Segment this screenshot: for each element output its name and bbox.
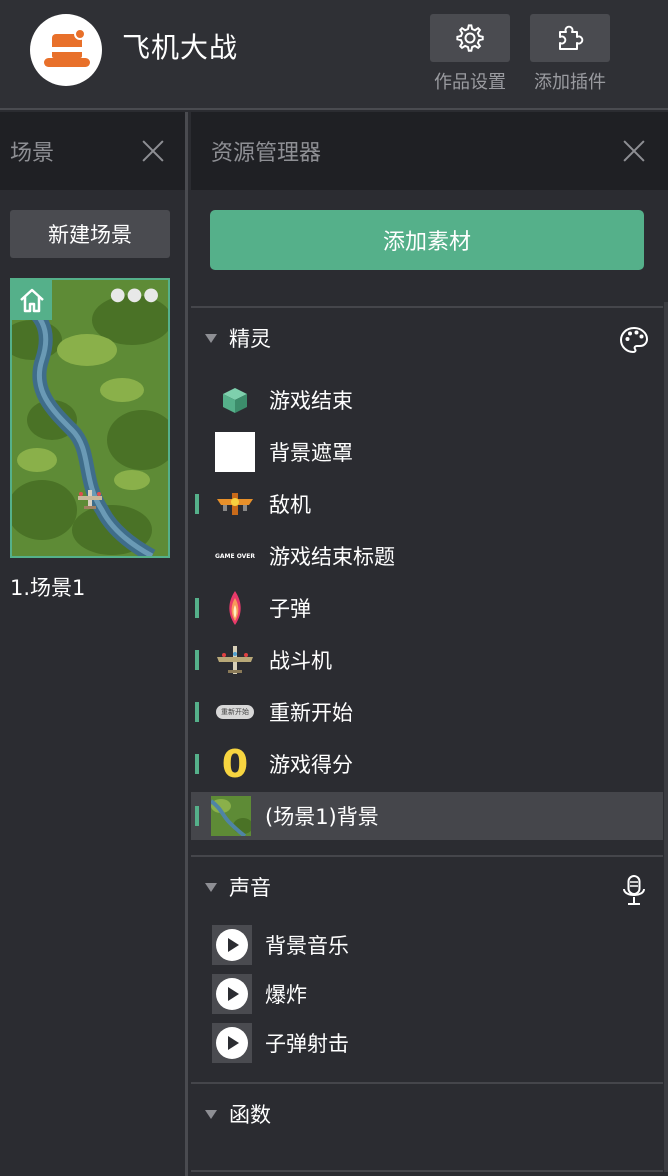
map-thumbnail-icon [211, 796, 251, 836]
functions-section-title: 函数 [229, 1103, 271, 1127]
new-scene-button[interactable]: 新建场景 [10, 210, 170, 258]
scene-thumbnail[interactable]: ●●● [10, 278, 170, 558]
usage-marker [195, 598, 199, 618]
usage-marker [195, 650, 199, 670]
usage-marker [195, 702, 199, 722]
divider [191, 306, 663, 308]
fighter-plane-icon [215, 640, 255, 680]
sound-label: 爆炸 [265, 983, 307, 1007]
scene-panel-title: 场景 [10, 141, 55, 166]
scene-panel: 场景 新建场景 ●●● 1.场景1 [0, 112, 188, 1176]
sound-label: 背景音乐 [265, 934, 349, 958]
close-icon[interactable] [622, 139, 646, 163]
sprite-label: 游戏结束标题 [269, 545, 395, 569]
sprites-section-header[interactable]: 精灵 [191, 313, 663, 363]
microphone-icon[interactable] [619, 874, 649, 908]
scene-map-image [12, 280, 168, 556]
sprite-item[interactable]: GAME OVER 游戏结束标题 [191, 532, 663, 580]
score-digit-icon: 0 [221, 742, 249, 786]
sprite-label: 背景遮罩 [269, 441, 353, 465]
play-icon[interactable] [216, 929, 248, 961]
asset-panel-title: 资源管理器 [211, 141, 322, 166]
add-material-button[interactable]: 添加素材 [210, 210, 644, 270]
divider [191, 1082, 663, 1084]
sprite-label: 重新开始 [269, 701, 353, 725]
home-icon [20, 288, 44, 313]
collapse-triangle-icon[interactable] [205, 1109, 217, 1119]
sprite-item[interactable]: 游戏结束 [191, 376, 663, 424]
top-bar: 飞机大战 作品设置 添加插件 [0, 0, 668, 110]
cube-icon [215, 380, 255, 420]
close-icon[interactable] [141, 139, 165, 163]
project-settings-label: 作品设置 [434, 72, 506, 93]
divider [191, 855, 663, 857]
collapse-triangle-icon[interactable] [205, 882, 217, 892]
app-logo [30, 14, 102, 86]
sprite-item-selected[interactable]: (场景1)背景 [191, 792, 663, 840]
sprites-section-title: 精灵 [229, 327, 271, 351]
restart-pill-icon: 重新开始 [215, 692, 255, 732]
sprite-label: (场景1)背景 [265, 805, 379, 829]
sprite-label: 子弹 [269, 597, 311, 621]
project-settings-button[interactable]: 作品设置 [430, 14, 510, 94]
add-plugin-button[interactable]: 添加插件 [530, 14, 610, 94]
sprite-label: 游戏得分 [269, 753, 353, 777]
sprite-label: 游戏结束 [269, 389, 353, 413]
scrollbar-track[interactable] [664, 302, 668, 1172]
collapse-triangle-icon[interactable] [205, 333, 217, 343]
sprite-item[interactable]: 0 游戏得分 [191, 740, 663, 788]
play-icon[interactable] [216, 1027, 248, 1059]
palette-icon[interactable] [619, 325, 649, 355]
sprite-item[interactable]: 敌机 [191, 480, 663, 528]
sound-item[interactable]: 子弹射击 [191, 1020, 663, 1066]
usage-marker [195, 754, 199, 774]
sound-item[interactable]: 背景音乐 [191, 922, 663, 968]
sprite-item[interactable]: 战斗机 [191, 636, 663, 684]
sound-label: 子弹射击 [265, 1032, 349, 1056]
sprite-item[interactable]: 背景遮罩 [191, 428, 663, 476]
app-title: 飞机大战 [122, 31, 239, 64]
sprite-label: 战斗机 [269, 649, 332, 673]
asset-manager-panel: 资源管理器 添加素材 精灵 游戏结束 背景遮罩 敌机 GAME OVER 游戏结… [191, 112, 668, 1176]
scene-label: 1.场景1 [10, 576, 86, 600]
scene-panel-header: 场景 [0, 112, 185, 190]
home-scene-badge [12, 280, 52, 320]
usage-marker [195, 806, 199, 826]
game-over-text-icon: GAME OVER [214, 552, 256, 560]
divider [191, 1170, 663, 1172]
sprite-item[interactable]: 子弹 [191, 584, 663, 632]
puzzle-icon [559, 25, 584, 50]
add-plugin-label: 添加插件 [534, 72, 606, 93]
sounds-section-title: 声音 [229, 876, 271, 900]
sound-item[interactable]: 爆炸 [191, 971, 663, 1017]
sounds-section-header[interactable]: 声音 [191, 862, 663, 912]
usage-marker [195, 494, 199, 514]
more-options-icon[interactable]: ●●● [110, 286, 160, 304]
sprite-item[interactable]: 重新开始 重新开始 [191, 688, 663, 736]
white-square-icon [215, 432, 255, 472]
bullet-flame-icon [215, 588, 255, 628]
play-icon[interactable] [216, 978, 248, 1010]
enemy-plane-icon [215, 484, 255, 524]
sprite-label: 敌机 [269, 493, 311, 517]
gear-icon [456, 24, 484, 52]
functions-section-header[interactable]: 函数 [191, 1089, 663, 1139]
asset-panel-header: 资源管理器 [191, 112, 668, 190]
